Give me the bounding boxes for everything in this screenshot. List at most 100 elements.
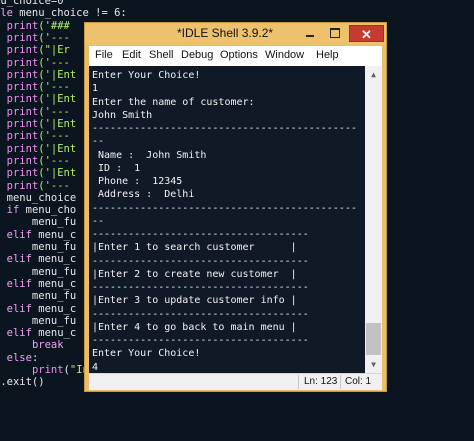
code-token: elif <box>6 327 32 340</box>
code-token: ('|Ent <box>38 118 77 130</box>
scroll-up-arrow-icon[interactable]: ▲ <box>365 66 382 83</box>
editor-code-line: print('### <box>0 20 70 32</box>
status-column-number: Col: 1 <box>345 376 372 387</box>
menu-item-debug[interactable]: Debug <box>181 49 213 61</box>
code-token: print <box>6 154 39 167</box>
editor-code-line: elif menu_c <box>0 228 77 241</box>
code-token: print <box>6 130 39 143</box>
shell-output[interactable]: Enter Your Choice! 1 Enter the name of cus… <box>89 66 365 373</box>
editor-code-line: menu_fu <box>0 216 76 228</box>
menu-item-window[interactable]: Window <box>265 49 304 61</box>
editor-code-line: print("|Er <box>0 44 70 56</box>
vertical-scrollbar[interactable]: ▲ ▼ <box>365 66 382 373</box>
scroll-thumb[interactable] <box>366 323 381 355</box>
editor-code-line: print('--- <box>0 81 70 93</box>
code-token: ('--- <box>38 56 70 69</box>
status-separator <box>298 375 299 389</box>
editor-code-line: s.exit() <box>0 376 45 388</box>
shell-output-line: 1 <box>92 83 99 95</box>
status-line-number: Ln: 123 <box>304 376 338 387</box>
shell-output-line: -- <box>92 136 105 148</box>
code-token: ('|Ent <box>38 167 77 180</box>
code-token: elif <box>6 302 32 315</box>
menu-item-shell[interactable]: Shell <box>149 49 173 61</box>
code-token: print <box>6 142 39 155</box>
shell-output-line: |Enter 2 to create new customer | <box>92 268 297 280</box>
maximize-button[interactable] <box>323 25 347 42</box>
code-token: ('--- <box>38 31 70 44</box>
minimize-button[interactable] <box>297 25 323 42</box>
menu-item-options[interactable]: Options <box>220 49 258 61</box>
editor-code-line: menu_fu <box>0 266 76 278</box>
scroll-down-arrow-icon[interactable]: ▼ <box>365 356 382 373</box>
shell-output-line: ----------------------------------------… <box>92 202 357 214</box>
status-separator <box>340 375 341 389</box>
code-token: : <box>31 351 39 364</box>
code-token: ('|Ent <box>38 142 77 155</box>
code-token: menu_fu <box>0 265 77 278</box>
shell-output-line: |Enter 1 to search customer | <box>92 242 297 254</box>
code-token: print <box>6 44 39 57</box>
code-token: ('--- <box>38 81 70 94</box>
shell-output-line: ------------------------------------ <box>92 335 309 346</box>
code-token: print <box>6 19 39 32</box>
editor-code-line: elif menu_c <box>0 327 77 340</box>
editor-code-line: print('--- <box>0 106 70 118</box>
idle-shell-window[interactable]: *IDLE Shell 3.9.2* ✕ File Edit Shell Debug O… <box>84 22 387 392</box>
code-token: ile <box>0 7 13 20</box>
menu-item-help[interactable]: Help <box>316 49 339 61</box>
shell-output-line: ------------------------------------ <box>92 308 309 320</box>
shell-output-line: Phone : 12345 <box>92 176 183 187</box>
editor-code-line: elif menu_c <box>0 302 77 315</box>
editor-code-line: ile menu_choice != 6: <box>0 7 127 19</box>
code-token: print <box>6 56 39 69</box>
shell-output-line: ------------------------------------ <box>92 282 309 293</box>
code-token: elif <box>6 277 32 290</box>
editor-code-line: elif menu_c <box>0 253 77 265</box>
shell-output-line: ID : 1 <box>92 162 141 174</box>
editor-code-line: print('|Ent <box>0 167 77 180</box>
menu-item-edit[interactable]: Edit <box>122 49 141 61</box>
shell-output-line: Name : John Smith <box>92 149 207 161</box>
editor-code-line: print('--- <box>0 32 70 44</box>
editor-code-line: print('|Ent <box>0 93 77 105</box>
shell-output-line: -- <box>92 215 105 227</box>
menu-item-file[interactable]: File <box>95 49 113 61</box>
code-token: print <box>6 179 39 192</box>
code-token: print <box>6 167 39 180</box>
title-bar[interactable]: *IDLE Shell 3.9.2* ✕ <box>85 23 386 45</box>
shell-output-line: Address : Delhi <box>92 189 195 201</box>
editor-code-line: else: <box>0 351 39 364</box>
code-token: print <box>6 81 39 94</box>
code-token: s.exit() <box>0 376 45 389</box>
code-token: menu_fu <box>0 290 77 303</box>
editor-code-line: if menu_cho <box>0 204 77 217</box>
code-token: menu_c <box>31 228 77 241</box>
code-token: print <box>6 118 39 130</box>
code-token: if <box>6 204 20 217</box>
shell-output-line: ------------------------------------ <box>92 229 309 240</box>
shell-output-line: Enter Your Choice! <box>92 70 201 81</box>
close-button[interactable]: ✕ <box>349 25 384 42</box>
maximize-icon <box>330 28 340 39</box>
code-token: print <box>6 68 39 81</box>
editor-code-line: print('|Ent <box>0 118 77 130</box>
window-title: *IDLE Shell 3.9.2* <box>177 26 274 40</box>
shell-output-line: ------------------------------------ <box>92 255 309 267</box>
